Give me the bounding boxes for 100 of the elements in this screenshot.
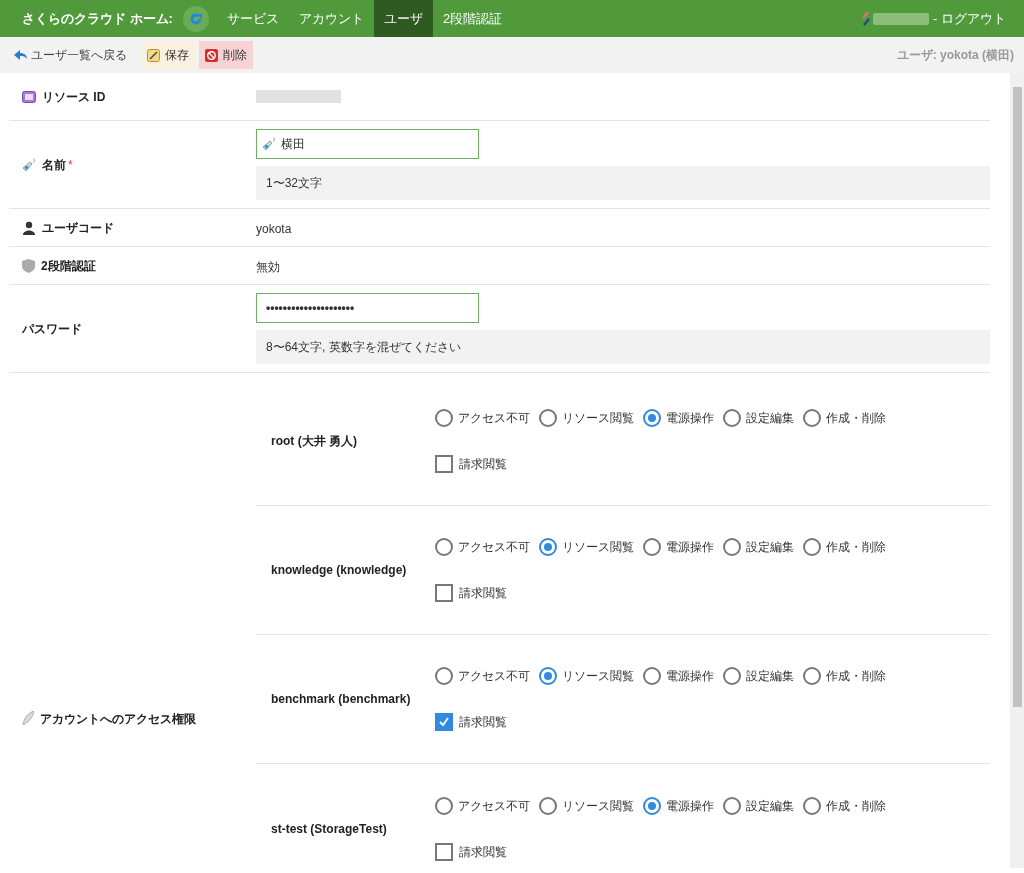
checkbox-option[interactable]: 請求閲覧 xyxy=(435,840,886,863)
radio-button[interactable] xyxy=(803,667,821,685)
radio-option[interactable]: アクセス不可 xyxy=(435,538,530,556)
delete-button[interactable]: 削除 xyxy=(199,41,253,69)
no-entry-icon xyxy=(205,48,218,62)
radio-option[interactable]: 電源操作 xyxy=(643,409,714,427)
radio-option[interactable]: 電源操作 xyxy=(643,538,714,556)
option-label: 設定編集 xyxy=(746,410,794,427)
option-label: 作成・削除 xyxy=(826,797,886,815)
radio-option[interactable]: 作成・削除 xyxy=(803,538,886,556)
current-user-label: ユーザ: yokota (横田) xyxy=(896,47,1014,64)
checkbox-option[interactable]: 請求閲覧 xyxy=(435,453,886,475)
logo-icon xyxy=(862,11,871,26)
person-icon xyxy=(22,220,36,235)
field-label: 名前 xyxy=(42,156,66,174)
save-button[interactable]: 保存 xyxy=(141,41,195,69)
radio-option[interactable]: 作成・削除 xyxy=(803,796,886,815)
radio-button[interactable] xyxy=(803,538,821,556)
radio-option[interactable]: アクセス不可 xyxy=(435,409,530,427)
radio-option[interactable]: リソース閲覧 xyxy=(539,667,634,685)
field-label: 2段階認証 xyxy=(41,257,96,275)
checkbox[interactable] xyxy=(435,455,453,473)
radio-button[interactable] xyxy=(539,538,557,556)
tag-icon xyxy=(262,137,276,151)
field-label: ユーザコード xyxy=(42,219,114,237)
option-label: アクセス不可 xyxy=(458,539,530,556)
radio-option[interactable]: 設定編集 xyxy=(723,796,794,815)
required-mark: * xyxy=(68,156,73,174)
option-label: 請求閲覧 xyxy=(459,456,507,473)
account-name: knowledge (knowledge) xyxy=(270,562,408,579)
feather-icon xyxy=(22,711,34,725)
field-value: yokota xyxy=(256,221,292,236)
radio-button[interactable] xyxy=(803,796,821,815)
radio-button[interactable] xyxy=(643,796,661,815)
radio-option[interactable]: 電源操作 xyxy=(643,667,714,685)
radio-button[interactable] xyxy=(723,538,741,556)
radio-button[interactable] xyxy=(723,667,741,685)
radio-option[interactable]: リソース閲覧 xyxy=(539,538,634,556)
option-label: 請求閲覧 xyxy=(459,843,507,861)
option-label: 設定編集 xyxy=(746,797,794,815)
option-label: 請求閲覧 xyxy=(459,714,507,731)
account-name: benchmark (benchmark) xyxy=(270,691,412,708)
radio-option[interactable]: 電源操作 xyxy=(643,796,714,815)
name-field[interactable]: 横田 xyxy=(256,129,479,159)
radio-button[interactable] xyxy=(723,409,741,427)
nav-tab[interactable]: ユーザ xyxy=(373,0,433,37)
radio-button[interactable] xyxy=(539,796,557,815)
radio-option[interactable]: 設定編集 xyxy=(723,409,794,427)
checkmark-icon xyxy=(438,716,450,728)
checkbox[interactable] xyxy=(435,713,453,731)
radio-button[interactable] xyxy=(643,538,661,556)
account-name: root (大井 勇人) xyxy=(270,433,358,450)
blurred-username xyxy=(873,12,930,25)
checkbox-option[interactable]: 請求閲覧 xyxy=(435,711,886,733)
radio-button[interactable] xyxy=(435,667,453,685)
field-hint: 8〜64文字, 英数字を混ぜてください xyxy=(256,330,990,364)
option-label: 請求閲覧 xyxy=(459,585,507,602)
scrollbar[interactable] xyxy=(1010,73,1024,868)
field-value: 無効 xyxy=(256,259,280,274)
radio-option[interactable]: 設定編集 xyxy=(723,538,794,556)
option-label: 作成・削除 xyxy=(826,539,886,556)
id-card-icon xyxy=(22,90,36,103)
radio-option[interactable]: 作成・削除 xyxy=(803,667,886,685)
option-label: 電源操作 xyxy=(666,668,714,685)
option-label: リソース閲覧 xyxy=(562,410,634,427)
radio-option[interactable]: アクセス不可 xyxy=(435,796,530,815)
password-field[interactable]: ••••••••••••••••••••• xyxy=(256,293,479,323)
radio-option[interactable]: アクセス不可 xyxy=(435,667,530,685)
option-label: 作成・削除 xyxy=(826,410,886,427)
option-label: 作成・削除 xyxy=(826,668,886,685)
field-label: パスワード xyxy=(22,320,82,338)
option-label: リソース閲覧 xyxy=(562,797,634,815)
option-label: リソース閲覧 xyxy=(562,668,634,685)
radio-option[interactable]: 作成・削除 xyxy=(803,409,886,427)
radio-button[interactable] xyxy=(435,409,453,427)
radio-button[interactable] xyxy=(723,796,741,815)
option-label: 電源操作 xyxy=(666,410,714,427)
radio-option[interactable]: 設定編集 xyxy=(723,667,794,685)
back-link[interactable]: ユーザ一覧へ戻る xyxy=(14,46,127,64)
back-arrow-icon xyxy=(14,50,27,60)
field-label: リソース ID xyxy=(42,88,106,106)
option-label: 設定編集 xyxy=(746,539,794,556)
option-label: 設定編集 xyxy=(746,668,794,685)
radio-button[interactable] xyxy=(803,409,821,427)
radio-button[interactable] xyxy=(435,538,453,556)
pencil-icon xyxy=(147,48,160,62)
radio-button[interactable] xyxy=(539,409,557,427)
option-label: アクセス不可 xyxy=(458,797,530,815)
account-name: st-test (StorageTest) xyxy=(270,820,388,838)
option-label: 電源操作 xyxy=(666,797,714,815)
radio-option[interactable]: リソース閲覧 xyxy=(539,409,634,427)
radio-option[interactable]: リソース閲覧 xyxy=(539,796,634,815)
radio-button[interactable] xyxy=(643,667,661,685)
checkbox-option[interactable]: 請求閲覧 xyxy=(435,582,886,604)
radio-button[interactable] xyxy=(539,667,557,685)
checkbox[interactable] xyxy=(435,842,453,861)
radio-button[interactable] xyxy=(435,796,453,815)
radio-button[interactable] xyxy=(643,409,661,427)
option-label: アクセス不可 xyxy=(458,668,530,685)
checkbox[interactable] xyxy=(435,584,453,602)
